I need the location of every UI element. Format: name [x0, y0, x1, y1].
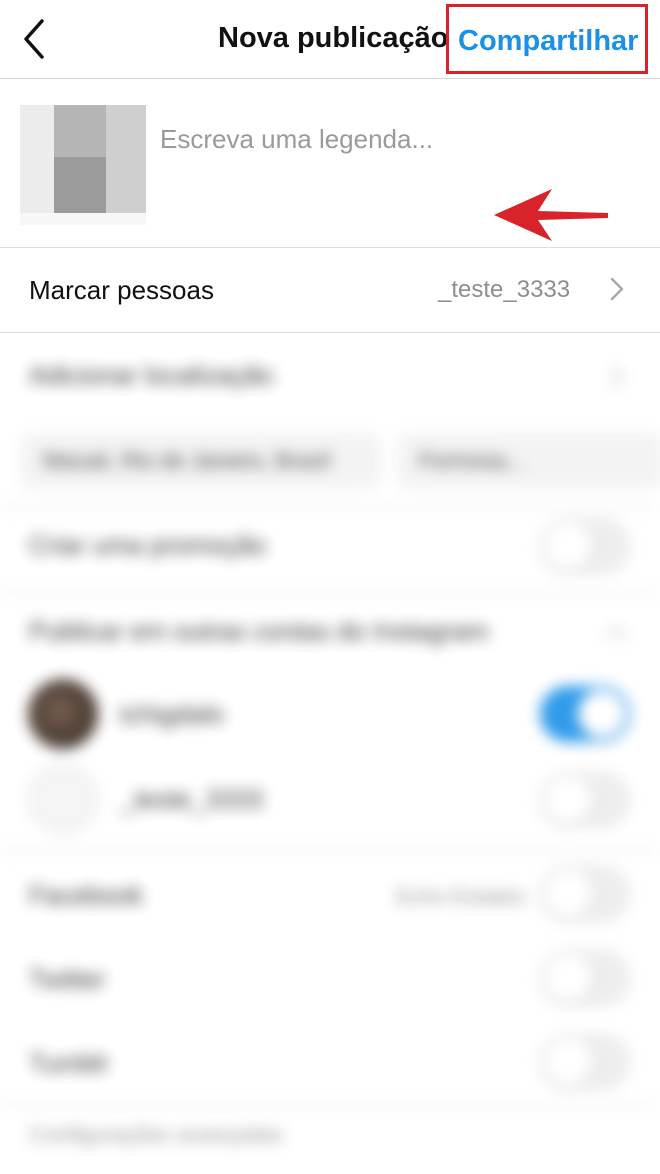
tumblr-toggle[interactable]	[540, 1034, 630, 1090]
facebook-page: Echo Estates	[396, 884, 526, 909]
add-location-label[interactable]: Adicionar localização	[29, 360, 273, 391]
facebook-label: Facebook	[29, 880, 144, 910]
annotation-arrow-icon	[494, 189, 608, 241]
share-button[interactable]: Compartilhar	[446, 4, 648, 74]
facebook-toggle[interactable]	[540, 866, 630, 922]
avatar	[28, 764, 98, 834]
advanced-settings-link[interactable]: Configurações avançadas	[29, 1122, 283, 1148]
back-button[interactable]	[18, 18, 54, 60]
tag-people-label: Marcar pessoas	[29, 275, 214, 305]
location-chip[interactable]: Macaé, Rio de Janeiro, Brazil	[22, 434, 380, 488]
share-button-label: Compartilhar	[458, 25, 639, 57]
divider	[0, 850, 660, 852]
location-chip[interactable]: Formosa...	[398, 434, 660, 488]
account-toggle[interactable]	[540, 686, 630, 742]
twitter-toggle[interactable]	[540, 950, 630, 1006]
chevron-right-icon	[611, 366, 624, 388]
blurred-settings: Adicionar localização Macaé, Rio de Jane…	[0, 334, 660, 1174]
top-bar: Nova publicação Compartilhar	[0, 0, 660, 79]
promotion-toggle[interactable]	[540, 518, 630, 574]
tagged-user: _teste_3333	[438, 276, 571, 303]
post-thumbnail	[20, 105, 146, 225]
divider	[0, 506, 660, 508]
account-toggle[interactable]	[540, 772, 630, 828]
tag-people-row[interactable]: Marcar pessoas _teste_3333	[0, 248, 660, 333]
account-name: tchigdalo	[120, 699, 225, 729]
divider	[0, 1104, 660, 1106]
tumblr-label: Tumblr	[29, 1048, 109, 1078]
caption-input[interactable]	[160, 117, 480, 161]
location-chip-label: Macaé, Rio de Janeiro, Brazil	[43, 448, 331, 473]
chevron-right-icon	[610, 277, 624, 301]
chevron-left-icon	[24, 19, 44, 59]
account-name: _teste_3333	[120, 784, 264, 814]
avatar	[28, 679, 98, 749]
divider	[0, 592, 660, 594]
caption-section	[0, 79, 660, 248]
other-accounts-label: Publicar em outras contas do Instagram	[29, 616, 489, 646]
location-chip-label: Formosa...	[419, 448, 525, 473]
chevron-up-icon	[606, 626, 628, 639]
page-title: Nova publicação	[218, 22, 449, 54]
promotion-label: Criar uma promoção	[29, 530, 266, 560]
twitter-label: Twitter	[29, 964, 106, 994]
